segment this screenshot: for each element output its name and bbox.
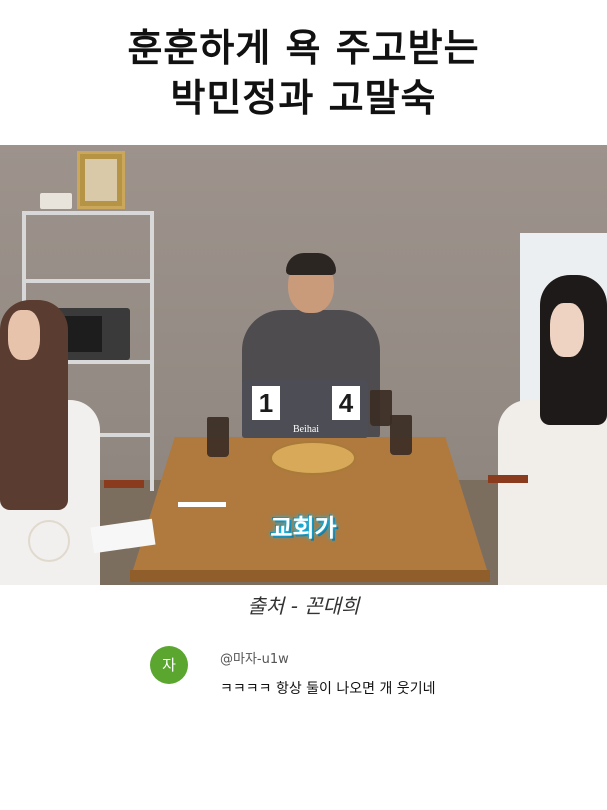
chair-arm-right [488,475,528,483]
video-frame[interactable]: 1 4 Beihai 교회가 [0,145,607,585]
radio [40,193,72,209]
man-hair [286,253,336,275]
title-line-2: 박민정과 고말숙 [170,75,437,120]
paper-strip [178,502,226,507]
source-credit: 출처 - 꼰대희 [247,594,360,618]
score-card-left: 1 [252,386,280,420]
shelf-board [22,279,154,283]
subtitle-text: 교회가 [270,514,337,542]
glass-right [390,415,412,455]
scoreboard: 1 4 Beihai [242,380,368,438]
glass-left [207,417,229,457]
family-photo-frame [77,151,125,209]
shelf-post [150,211,154,491]
right-woman-body [498,400,607,585]
glass-back [370,390,392,426]
score-card-right: 4 [332,386,360,420]
scoreboard-brand: Beihai [292,424,320,435]
right-woman-face [550,303,584,357]
commenter-handle[interactable]: @마자-u1w [220,648,289,667]
comment-text: ㅋㅋㅋㅋ 항상 둘이 나오면 개 웃기네 [220,681,436,697]
comment-item[interactable]: 자 @마자-u1w ㅋㅋㅋㅋ 항상 둘이 나오면 개 웃기네 [150,646,570,697]
left-woman-face [8,310,40,360]
snack-plate [270,441,356,475]
shelf-board [22,211,154,215]
title-line-1: 훈훈하게 욕 주고받는 [127,25,480,70]
commenter-avatar[interactable]: 자 [150,646,188,684]
chair-arm-left [104,480,144,488]
video-subtitle: 교회가 [0,508,607,543]
title-banner: 훈훈하게 욕 주고받는 박민정과 고말숙 [0,0,607,145]
table-edge [130,570,490,582]
